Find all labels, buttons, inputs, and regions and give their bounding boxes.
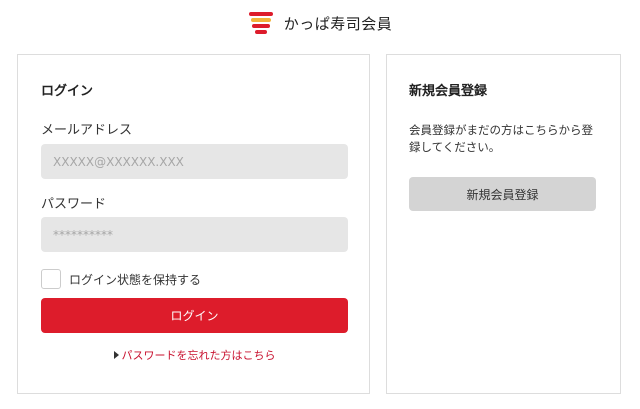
email-label: メールアドレス bbox=[41, 123, 133, 138]
remember-checkbox[interactable] bbox=[41, 269, 61, 289]
brand[interactable]: かっぱ寿司会員 bbox=[248, 10, 393, 36]
site-header: かっぱ寿司会員 bbox=[0, 0, 640, 46]
register-description: 会員登録がまだの方はこちらから登録してください。 bbox=[409, 123, 593, 154]
login-card: ログイン メールアドレス パスワード ログイン状態を保持する ログイン パスワー… bbox=[17, 54, 370, 394]
remember-label: ログイン状態を保持する bbox=[69, 272, 202, 287]
forgot-password-link[interactable]: パスワードを忘れた方はこちら bbox=[18, 347, 371, 363]
forgot-password-text: パスワードを忘れた方はこちら bbox=[121, 349, 276, 362]
password-label: パスワード bbox=[41, 197, 107, 212]
email-input[interactable] bbox=[41, 144, 348, 179]
register-card: 新規会員登録 会員登録がまだの方はこちらから登録してください。 新規会員登録 bbox=[386, 54, 621, 394]
register-title: 新規会員登録 bbox=[409, 84, 488, 99]
remember-login-option[interactable]: ログイン状態を保持する bbox=[41, 269, 201, 289]
password-input[interactable] bbox=[41, 217, 348, 252]
kappa-sushi-logo-icon bbox=[248, 12, 273, 34]
login-button[interactable]: ログイン bbox=[41, 298, 348, 333]
caret-right-icon bbox=[113, 351, 119, 359]
register-button[interactable]: 新規会員登録 bbox=[409, 177, 596, 211]
login-title: ログイン bbox=[41, 84, 94, 99]
brand-name: かっぱ寿司会員 bbox=[283, 14, 393, 33]
